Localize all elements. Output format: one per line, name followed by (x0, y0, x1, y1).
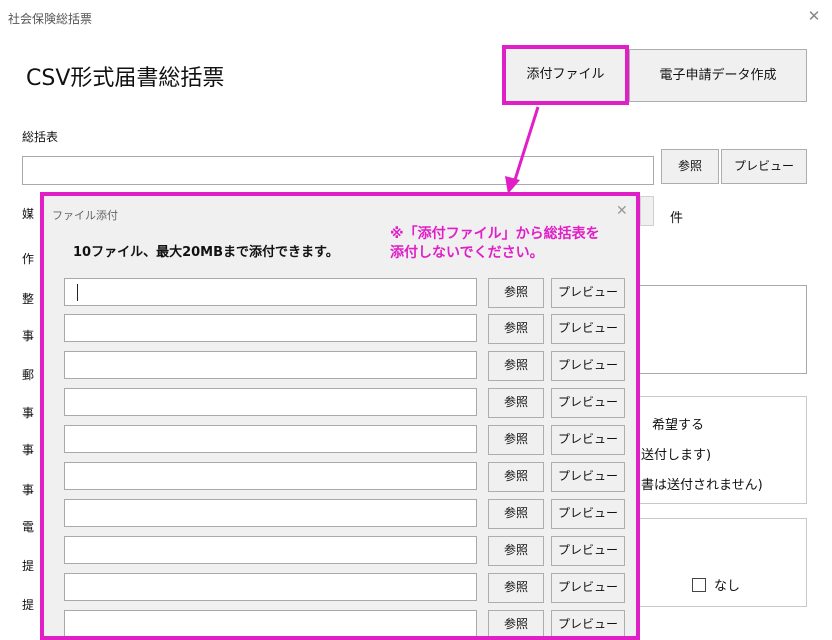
file-path-input[interactable] (64, 278, 477, 306)
dialog-title: ファイル添付 (52, 209, 118, 222)
file-path-input[interactable] (64, 388, 477, 416)
file-row: 参照 プレビュー (64, 388, 634, 418)
file-ref-button[interactable]: 参照 (488, 573, 544, 603)
file-ref-button[interactable]: 参照 (488, 610, 544, 636)
file-ref-button[interactable]: 参照 (488, 536, 544, 566)
file-preview-button[interactable]: プレビュー (551, 314, 625, 344)
file-path-input[interactable] (64, 573, 477, 601)
file-row: 参照 プレビュー (64, 610, 634, 636)
file-ref-button[interactable]: 参照 (488, 278, 544, 308)
file-ref-button[interactable]: 参照 (488, 388, 544, 418)
file-row: 参照 プレビュー (64, 536, 634, 566)
file-preview-button[interactable]: プレビュー (551, 462, 625, 492)
file-preview-button[interactable]: プレビュー (551, 388, 625, 418)
file-row: 参照 プレビュー (64, 425, 634, 455)
file-row: 参照 プレビュー (64, 462, 634, 492)
file-attach-dialog: ファイル添付 ✕ 10ファイル、最大20MBまで添付できます。 ※「添付ファイル… (40, 192, 640, 640)
dialog-close-icon[interactable]: ✕ (616, 203, 628, 219)
file-row: 参照 プレビュー (64, 278, 634, 308)
warning-note: ※「添付ファイル」から総括表を 添付しないでください。 (390, 225, 600, 263)
file-path-input[interactable] (64, 462, 477, 490)
file-preview-button[interactable]: プレビュー (551, 499, 625, 529)
file-preview-button[interactable]: プレビュー (551, 351, 625, 381)
file-preview-button[interactable]: プレビュー (551, 573, 625, 603)
file-row: 参照 プレビュー (64, 351, 634, 381)
warning-note-line-2: 添付しないでください。 (390, 245, 544, 261)
file-path-input[interactable] (64, 536, 477, 564)
file-path-input[interactable] (64, 425, 477, 453)
file-row: 参照 プレビュー (64, 314, 634, 344)
file-preview-button[interactable]: プレビュー (551, 425, 625, 455)
file-row: 参照 プレビュー (64, 499, 634, 529)
file-ref-button[interactable]: 参照 (488, 314, 544, 344)
warning-note-line-1: ※「添付ファイル」から総括表を (390, 226, 600, 242)
file-path-input[interactable] (64, 610, 477, 636)
file-path-input[interactable] (64, 351, 477, 379)
file-preview-button[interactable]: プレビュー (551, 610, 625, 636)
file-path-input[interactable] (64, 314, 477, 342)
file-ref-button[interactable]: 参照 (488, 499, 544, 529)
file-preview-button[interactable]: プレビュー (551, 536, 625, 566)
file-row: 参照 プレビュー (64, 573, 634, 603)
file-path-input[interactable] (64, 499, 477, 527)
file-ref-button[interactable]: 参照 (488, 351, 544, 381)
text-cursor (77, 284, 78, 301)
file-ref-button[interactable]: 参照 (488, 425, 544, 455)
file-ref-button[interactable]: 参照 (488, 462, 544, 492)
dialog-info-text: 10ファイル、最大20MBまで添付できます。 (73, 245, 339, 260)
file-preview-button[interactable]: プレビュー (551, 278, 625, 308)
